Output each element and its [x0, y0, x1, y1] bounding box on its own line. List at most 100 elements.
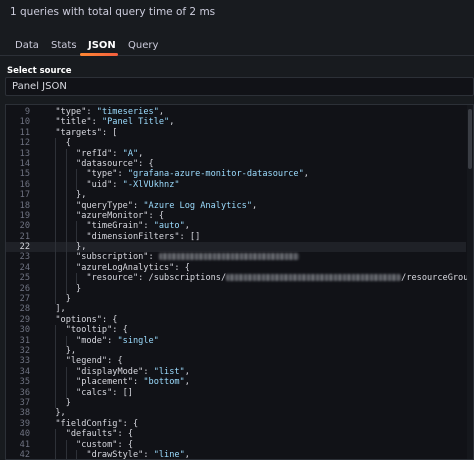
code-line: 11 "targets": [ — [6, 128, 466, 138]
line-number: 35 — [19, 377, 30, 388]
code-text: "tooltip": { — [65, 325, 128, 336]
code-line: 18 "queryType": "Azure Log Analytics", — [6, 200, 466, 211]
code-text: } — [45, 294, 71, 305]
code-line: 27 } — [6, 294, 466, 305]
code-text: "subscription": — [45, 252, 299, 262]
code-line: 28 ], — [6, 304, 466, 314]
code-text: "type": "timeseries", — [55, 107, 165, 117]
line-number: 27 — [19, 294, 30, 305]
code-text: "fieldConfig": { — [55, 418, 139, 429]
code-text: "timeGrain": "auto", — [86, 221, 190, 232]
json-code-editor[interactable]: 9 "type": "timeseries", 10 "title": "Pane… — [5, 104, 474, 460]
line-number: 41 — [19, 439, 30, 450]
code-line: 20 "timeGrain": "auto", — [6, 221, 466, 232]
code-line: 23 "subscription": — [6, 252, 466, 263]
code-text: "azureMonitor": { — [76, 210, 165, 221]
line-number: 30 — [19, 325, 30, 336]
line-number: 37 — [19, 397, 30, 408]
line-number: 42 — [19, 449, 30, 460]
code-text: "options": { — [55, 314, 118, 325]
code-line: 24 "azureLogAnalytics": { — [6, 262, 466, 274]
code-line: 13 "refId": "A", — [6, 148, 466, 159]
line-number: 13 — [19, 148, 30, 159]
code-text: "dimensionFilters": [] — [86, 231, 201, 242]
code-text: "refId": "A", — [76, 148, 144, 159]
code-line: 40 "defaults": { — [6, 429, 466, 440]
redacted-value — [158, 253, 299, 261]
select-source-value: Panel JSON — [12, 81, 67, 92]
line-number: 22 — [19, 242, 30, 253]
line-number: 23 — [19, 252, 30, 263]
line-number: 9 — [24, 107, 30, 117]
line-number: 40 — [19, 429, 30, 440]
line-number: 18 — [19, 200, 30, 211]
redacted-value — [226, 274, 402, 282]
code-line: 32 }, — [6, 345, 466, 357]
code-text: "calcs": [] — [76, 387, 133, 398]
tab-query[interactable]: Query — [128, 40, 158, 51]
code-line: 26 } — [6, 283, 466, 295]
select-source-dropdown[interactable]: Panel JSON — [5, 77, 474, 96]
code-line: 30 "tooltip": { — [6, 325, 466, 336]
line-number: 32 — [19, 345, 30, 356]
line-number: 15 — [19, 169, 30, 180]
code-text: "drawStyle": "line", — [86, 449, 190, 460]
line-number: 39 — [19, 418, 30, 429]
code-text: "uid": "-XlVUkhnz" — [86, 179, 180, 190]
inspect-tabs: Data Stats JSON Query — [0, 38, 474, 56]
code-text: } — [45, 283, 82, 294]
code-line: 19 "azureMonitor": { — [6, 210, 466, 222]
code-text: }, — [45, 408, 66, 419]
code-text: "legend": { — [65, 356, 123, 367]
line-number: 28 — [19, 304, 30, 315]
code-line: 36 "calcs": [] — [6, 387, 466, 398]
code-line: 42 "drawStyle": "line", — [6, 449, 466, 460]
code-line: 22 }, — [6, 242, 466, 253]
line-number: 36 — [19, 387, 30, 398]
line-number: 24 — [19, 262, 30, 273]
code-line: 21 "dimensionFilters": [] — [6, 231, 466, 243]
code-line: 37 } — [6, 397, 466, 409]
code-text: "mode": "single" — [76, 335, 159, 346]
tab-json[interactable]: JSON — [88, 40, 116, 51]
code-line: 25 "resource": /subscriptions//resourceG… — [6, 273, 473, 284]
code-line: 10 "title": "Panel Title", — [6, 117, 466, 127]
code-text: "azureLogAnalytics": { — [76, 262, 190, 273]
code-line: 41 "custom": { — [6, 439, 466, 450]
code-text: "displayMode": "list", — [76, 366, 190, 377]
code-text: }, — [45, 190, 87, 201]
line-number: 20 — [19, 221, 30, 232]
code-lines: 9 "type": "timeseries", 10 "title": "Pane… — [6, 107, 473, 460]
line-number: 29 — [19, 314, 30, 325]
code-text: "defaults": { — [65, 429, 133, 440]
code-line: 17 }, — [6, 190, 466, 201]
code-line: 14 "datasource": { — [6, 158, 466, 170]
code-text: "resource": /subscriptions//resourceGrou… — [86, 273, 473, 284]
line-number: 31 — [19, 335, 30, 346]
tab-data[interactable]: Data — [15, 40, 39, 51]
code-line: 33 "legend": { — [6, 356, 466, 367]
code-text: ], — [45, 304, 66, 315]
code-text: { — [45, 138, 71, 149]
code-line: 38 }, — [6, 408, 466, 418]
code-text: "queryType": "Azure Log Analytics", — [76, 200, 258, 211]
line-number: 26 — [19, 283, 30, 294]
code-text: "datasource": { — [76, 158, 154, 169]
line-number: 14 — [19, 158, 30, 169]
code-line: 35 "placement": "bottom", — [6, 377, 466, 388]
line-number: 38 — [19, 408, 30, 419]
tab-stats[interactable]: Stats — [51, 40, 77, 51]
code-text: "targets": [ — [55, 127, 118, 138]
code-text: }, — [45, 242, 87, 253]
line-number: 25 — [19, 273, 30, 284]
active-tab-indicator — [80, 53, 118, 56]
editor-scroll-thumb[interactable] — [468, 109, 472, 169]
query-summary: 1 queries with total query time of 2 ms — [10, 6, 216, 18]
code-text: "placement": "bottom", — [76, 377, 190, 388]
code-line: 16 "uid": "-XlVUkhnz" — [6, 179, 466, 191]
code-text: }, — [45, 345, 77, 356]
line-number: 12 — [19, 138, 30, 149]
editor-scrollbar[interactable] — [467, 105, 473, 459]
select-source-label: Select source — [7, 66, 72, 76]
code-line: 12 { — [6, 138, 466, 149]
